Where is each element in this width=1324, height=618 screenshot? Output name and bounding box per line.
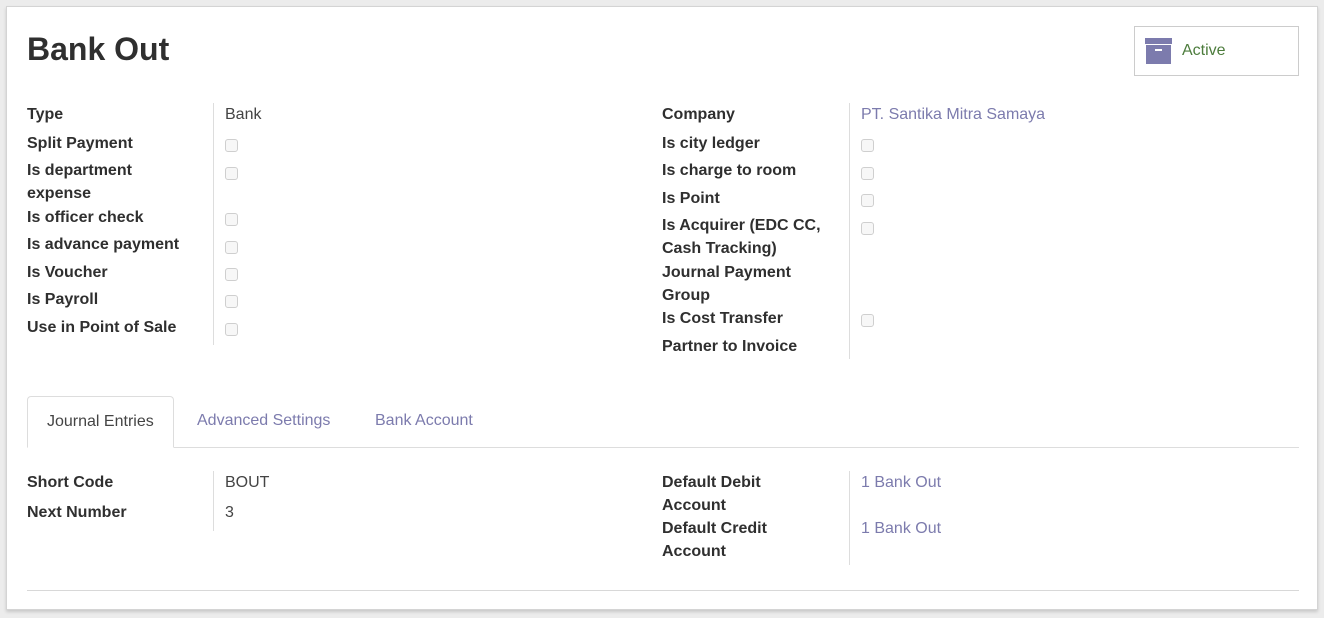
tab-advanced-settings[interactable]: Advanced Settings (197, 396, 330, 447)
field-label-is-advance-payment: Is advance payment (27, 236, 180, 253)
tab-journal-entries[interactable]: Journal Entries (27, 396, 174, 448)
field-label-is-charge-to-room: Is charge to room (662, 162, 797, 179)
group-divider (213, 103, 214, 345)
field-label-journal-payment-group: Journal Payment Group (662, 264, 791, 304)
is-point-checkbox[interactable] (861, 194, 874, 207)
split-payment-checkbox[interactable] (225, 139, 238, 152)
notebook-tabs: Journal Entries Advanced Settings Bank A… (27, 396, 1299, 448)
field-label-is-city-ledger: Is city ledger (662, 135, 760, 152)
field-label-is-point: Is Point (662, 190, 720, 207)
default-debit-account-link[interactable]: 1 Bank Out (861, 471, 941, 494)
journal-entries-left-group: Short Code BOUT Next Number 3 (27, 471, 627, 531)
field-label-next-number: Next Number (27, 504, 127, 521)
right-field-group: Company PT. Santika Mitra Samaya Is city… (662, 103, 1299, 359)
field-label-is-officer-check: Is officer check (27, 209, 144, 226)
archive-icon (1145, 38, 1172, 64)
field-label-is-acquirer: Is Acquirer (EDC CC, Cash Tracking) (662, 217, 821, 257)
bottom-separator (27, 590, 1299, 591)
use-in-pos-checkbox[interactable] (225, 323, 238, 336)
next-number-value[interactable]: 3 (225, 501, 234, 524)
field-label-is-payroll: Is Payroll (27, 291, 99, 308)
field-label-short-code: Short Code (27, 474, 114, 491)
field-value-type[interactable]: Bank (225, 103, 261, 126)
group-divider (849, 471, 850, 565)
is-cost-transfer-checkbox[interactable] (861, 314, 874, 327)
tab-bank-account[interactable]: Bank Account (375, 396, 473, 447)
field-label-use-in-pos: Use in Point of Sale (27, 319, 177, 336)
field-label-type: Type (27, 106, 64, 123)
form-sheet: Bank Out Active Type Bank Split Payment … (6, 6, 1318, 610)
is-charge-to-room-checkbox[interactable] (861, 167, 874, 180)
active-toggle-button[interactable]: Active (1134, 26, 1299, 76)
group-divider (213, 471, 214, 531)
left-field-group: Type Bank Split Payment Is department ex… (27, 103, 627, 345)
is-voucher-checkbox[interactable] (225, 268, 238, 281)
field-label-is-department-expense: Is department expense (27, 162, 132, 202)
group-divider (849, 103, 850, 359)
field-label-partner-to-invoice: Partner to Invoice (662, 338, 798, 355)
is-payroll-checkbox[interactable] (225, 295, 238, 308)
field-label-default-credit-account: Default Credit Account (662, 520, 767, 560)
field-label-default-debit-account: Default Debit Account (662, 474, 761, 514)
field-label-is-cost-transfer: Is Cost Transfer (662, 310, 783, 327)
is-advance-payment-checkbox[interactable] (225, 241, 238, 254)
field-label-company: Company (662, 106, 735, 123)
journal-entries-right-group: Default Debit Account 1 Bank Out Default… (662, 471, 1299, 565)
page-title: Bank Out (27, 31, 170, 67)
is-department-expense-checkbox[interactable] (225, 167, 238, 180)
active-label: Active (1182, 42, 1226, 59)
default-credit-account-link[interactable]: 1 Bank Out (861, 517, 941, 540)
field-label-split-payment: Split Payment (27, 135, 133, 152)
is-city-ledger-checkbox[interactable] (861, 139, 874, 152)
is-acquirer-checkbox[interactable] (861, 222, 874, 235)
field-label-is-voucher: Is Voucher (27, 264, 108, 281)
company-link[interactable]: PT. Santika Mitra Samaya (861, 103, 1045, 126)
is-officer-check-checkbox[interactable] (225, 213, 238, 226)
short-code-value[interactable]: BOUT (225, 471, 269, 494)
